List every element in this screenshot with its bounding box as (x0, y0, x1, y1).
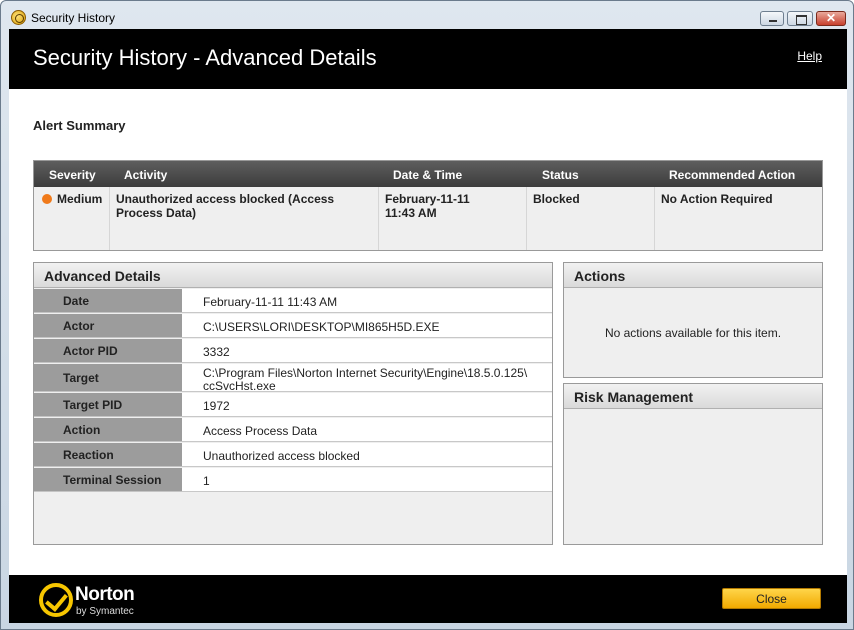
column-divider (654, 187, 655, 250)
detail-value: 1 (182, 468, 552, 492)
activity-value-line1: Unauthorized access blocked (Access (116, 192, 335, 206)
detail-value: C:\USERS\LORI\DESKTOP\MI865H5D.EXE (182, 314, 552, 338)
datetime-value-line1: February-11-11 (385, 192, 470, 206)
advanced-details-panel: Advanced Details Date February-11-11 11:… (33, 262, 553, 545)
page-title: Security History - Advanced Details (33, 45, 377, 70)
detail-value: 3332 (182, 339, 552, 363)
detail-label: Terminal Session (34, 468, 182, 492)
detail-value: Unauthorized access blocked (182, 443, 552, 467)
datetime-value-line2: 11:43 AM (385, 206, 437, 220)
column-divider (378, 187, 379, 250)
norton-app-icon (11, 10, 26, 25)
column-header-date-time: Date & Time (393, 168, 463, 182)
symantec-logo-text: by Symantec (76, 606, 134, 617)
no-actions-message: No actions available for this item. (604, 326, 782, 340)
window: Security History Security History - Adva… (0, 0, 854, 630)
detail-row-actor: Actor C:\USERS\LORI\DESKTOP\MI865H5D.EXE (34, 314, 552, 339)
alert-table-header: Severity Activity Date & Time Status Rec… (34, 161, 822, 187)
detail-row-actor-pid: Actor PID 3332 (34, 339, 552, 364)
recommended-action-value: No Action Required (661, 192, 773, 206)
activity-value-line2: Process Data) (116, 206, 197, 220)
severity-value: Medium (57, 192, 103, 206)
close-button[interactable]: Close (722, 588, 821, 609)
actions-panel: Actions No actions available for this it… (563, 262, 823, 378)
detail-row-date: Date February-11-11 11:43 AM (34, 289, 552, 314)
window-title: Security History (31, 11, 116, 25)
help-link[interactable]: Help (797, 49, 822, 63)
norton-checkmark-logo-icon (39, 583, 73, 617)
detail-label: Date (34, 289, 182, 313)
detail-value: February-11-11 11:43 AM (182, 289, 552, 313)
risk-management-heading: Risk Management (564, 384, 822, 409)
window-close-button[interactable] (816, 11, 846, 26)
column-divider (526, 187, 527, 250)
actions-heading: Actions (564, 263, 822, 288)
status-value: Blocked (533, 192, 580, 206)
column-header-recommended-action: Recommended Action (669, 168, 796, 182)
norton-logo-text: Norton (75, 584, 135, 605)
column-header-status: Status (542, 168, 579, 182)
title-bar[interactable]: Security History (1, 1, 853, 29)
severity-indicator-icon (42, 194, 52, 204)
header-bar: Security History - Advanced Details Help (9, 29, 847, 89)
target-path-line2: ccSvcHst.exe (203, 379, 276, 393)
client-area: Security History - Advanced Details Help… (9, 29, 847, 623)
detail-row-target: Target C:\Program Files\Norton Internet … (34, 364, 552, 393)
detail-value: 1972 (182, 393, 552, 417)
detail-value: Access Process Data (182, 418, 552, 442)
detail-label: Actor PID (34, 339, 182, 363)
detail-row-terminal-session: Terminal Session 1 (34, 468, 552, 493)
risk-management-panel: Risk Management (563, 383, 823, 545)
alert-summary-heading: Alert Summary (33, 118, 126, 133)
footer-bar: Norton by Symantec Close (9, 575, 847, 623)
detail-value: C:\Program Files\Norton Internet Securit… (182, 364, 552, 393)
detail-row-target-pid: Target PID 1972 (34, 393, 552, 418)
column-header-activity: Activity (124, 168, 168, 182)
detail-row-reaction: Reaction Unauthorized access blocked (34, 443, 552, 468)
detail-row-action: Action Access Process Data (34, 418, 552, 443)
detail-label: Target PID (34, 393, 182, 417)
detail-label: Actor (34, 314, 182, 338)
detail-label: Target (34, 364, 182, 392)
minimize-button[interactable] (760, 11, 784, 26)
column-divider (109, 187, 110, 250)
detail-label: Reaction (34, 443, 182, 467)
detail-label: Action (34, 418, 182, 442)
maximize-button[interactable] (787, 11, 813, 26)
column-header-severity: Severity (49, 168, 96, 182)
alert-summary-table: Severity Activity Date & Time Status Rec… (33, 160, 823, 251)
advanced-details-heading: Advanced Details (34, 263, 552, 288)
